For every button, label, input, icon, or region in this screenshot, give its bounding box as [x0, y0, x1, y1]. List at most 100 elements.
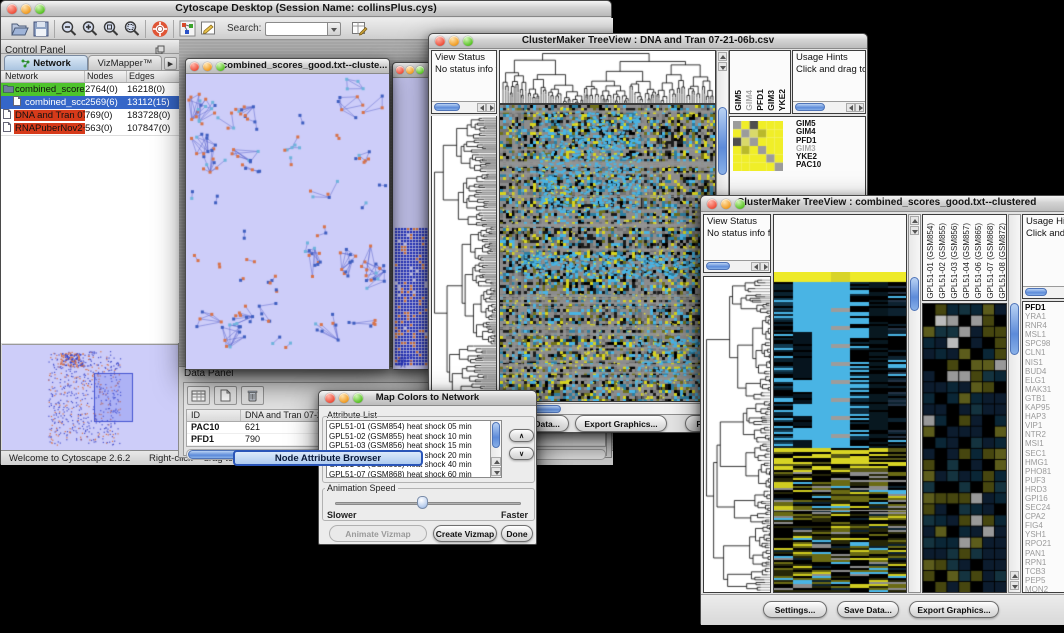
tab-overflow-button[interactable]: ▶ — [164, 57, 177, 70]
new-attribute-icon[interactable] — [214, 386, 237, 405]
gene-label[interactable]: MON2 — [1025, 585, 1064, 593]
done-button[interactable]: Done — [501, 525, 533, 542]
attribute-list-item[interactable]: GPL51-01 (GSM854) heat shock 05 min — [329, 422, 501, 432]
tv1-heatmap[interactable] — [499, 104, 716, 402]
gene-label[interactable]: NIS1 — [1025, 358, 1064, 367]
tv2-zoom-vscrollbar[interactable] — [1008, 214, 1021, 593]
network-overview-canvas[interactable] — [2, 345, 178, 450]
attribute-list-item[interactable]: GPL51-07 (GSM868) heat shock 60 min — [329, 470, 501, 478]
treeview2-titlebar[interactable]: ClusterMaker TreeView : combined_scores_… — [701, 196, 1064, 212]
tv2-status-scrollbar[interactable] — [704, 260, 770, 272]
tv2-zoom-heatmap[interactable] — [922, 303, 1007, 593]
gene-label[interactable]: YRA1 — [1025, 312, 1064, 321]
animate-vizmap-button[interactable]: Animate Vizmap — [329, 525, 427, 542]
gene-label[interactable]: TCB3 — [1025, 567, 1064, 576]
zoom-window-button[interactable] — [353, 393, 363, 403]
network-table-row[interactable]: combined_scores2764(0)16218(0) — [1, 83, 179, 96]
save-session-icon[interactable] — [30, 19, 51, 39]
attribute-browser-icon[interactable] — [349, 19, 370, 39]
gene-label[interactable]: PFD1 — [1025, 303, 1064, 312]
create-vizmap-button[interactable]: Create Vizmap — [433, 525, 497, 542]
minimize-button[interactable] — [203, 62, 212, 71]
network-table-row[interactable]: combined_sco2569(6)13112(15) — [1, 96, 179, 109]
gene-label[interactable]: PHO81 — [1025, 467, 1064, 476]
minimize-button[interactable] — [406, 66, 414, 74]
treeview1-titlebar[interactable]: ClusterMaker TreeView : DNA and Tran 07-… — [429, 34, 867, 49]
minimize-button[interactable] — [721, 199, 731, 209]
tab-vizmapper[interactable]: VizMapper™ — [88, 55, 162, 70]
zoom-out-icon[interactable] — [58, 19, 79, 39]
close-button[interactable] — [190, 62, 199, 71]
close-button[interactable] — [435, 36, 445, 46]
network-table-row[interactable]: RNAPuberNov2+563(0)107847(0) — [1, 122, 179, 135]
gene-label[interactable]: SEC1 — [1025, 449, 1064, 458]
close-button[interactable] — [325, 393, 335, 403]
slider-thumb[interactable] — [417, 496, 428, 509]
gene-label[interactable]: NTR2 — [1025, 430, 1064, 439]
attribute-list-item[interactable]: GPL51-02 (GSM855) heat shock 10 min — [329, 432, 501, 442]
data-col-id[interactable]: ID — [187, 410, 241, 421]
gene-label[interactable]: PAN1 — [1025, 549, 1064, 558]
gene-label[interactable]: GPI16 — [1025, 494, 1064, 503]
tv2-usage-scrollbar[interactable] — [1023, 286, 1064, 298]
attribute-list-scrollbar[interactable] — [490, 421, 501, 477]
gene-label[interactable]: ELG1 — [1025, 376, 1064, 385]
tv2-row-dendrogram[interactable] — [703, 276, 771, 593]
annotation-icon[interactable] — [198, 19, 219, 39]
minimize-button[interactable] — [339, 393, 349, 403]
export-graphics-button[interactable]: Export Graphics... — [909, 601, 999, 618]
tv1-zoom-matrix[interactable] — [733, 121, 783, 171]
gene-label[interactable]: VIP1 — [1025, 421, 1064, 430]
zoom-window-button[interactable] — [416, 66, 424, 74]
col-nodes[interactable]: Nodes — [85, 71, 127, 82]
gene-label[interactable]: RPO21 — [1025, 539, 1064, 548]
zoom-in-icon[interactable] — [79, 19, 100, 39]
gene-label[interactable]: PUF3 — [1025, 476, 1064, 485]
gene-label[interactable]: MAK31 — [1025, 385, 1064, 394]
gene-label[interactable]: BUD4 — [1025, 367, 1064, 376]
close-button[interactable] — [7, 4, 17, 14]
gene-label[interactable]: FIG4 — [1025, 521, 1064, 530]
gene-label[interactable]: KAP95 — [1025, 403, 1064, 412]
network-canvas[interactable] — [186, 74, 389, 369]
gene-label[interactable]: GTB1 — [1025, 394, 1064, 403]
export-graphics-button[interactable]: Export Graphics... — [575, 415, 667, 432]
gene-label[interactable]: CPA2 — [1025, 512, 1064, 521]
gene-label[interactable]: CLN1 — [1025, 348, 1064, 357]
zoom-window-button[interactable] — [735, 199, 745, 209]
network2-titlebar[interactable] — [393, 63, 431, 78]
gene-label[interactable]: SPC98 — [1025, 339, 1064, 348]
zoom-selected-icon[interactable] — [100, 19, 121, 39]
tab-network[interactable]: Network — [4, 55, 88, 70]
delete-attribute-icon[interactable] — [241, 386, 264, 405]
tv1-status-scrollbar[interactable] — [432, 101, 496, 113]
search-input[interactable] — [265, 22, 327, 36]
minimize-button[interactable] — [449, 36, 459, 46]
dialog-titlebar[interactable]: Map Colors to Network — [319, 391, 536, 406]
gene-label[interactable]: SEC24 — [1025, 503, 1064, 512]
close-button[interactable] — [707, 199, 717, 209]
main-titlebar[interactable]: Cytoscape Desktop (Session Name: collins… — [1, 1, 611, 17]
search-dropdown-button[interactable] — [327, 22, 341, 36]
network-table-row[interactable]: DNA and Tran 07769(0)183728(0) — [1, 109, 179, 122]
gene-label[interactable]: HRD3 — [1025, 485, 1064, 494]
close-button[interactable] — [396, 66, 404, 74]
zoom-window-button[interactable] — [216, 62, 225, 71]
gene-label[interactable]: HMG1 — [1025, 458, 1064, 467]
zoom-window-button[interactable] — [35, 4, 45, 14]
gene-label[interactable]: PEP5 — [1025, 576, 1064, 585]
tv1-usage-scrollbar[interactable] — [793, 101, 865, 113]
gene-label[interactable]: YSH1 — [1025, 530, 1064, 539]
tv2-global-view[interactable] — [773, 214, 907, 593]
help-lifesaver-icon[interactable] — [149, 19, 170, 39]
tv2-global-vscrollbar[interactable] — [908, 214, 921, 593]
table-mode-icon[interactable] — [187, 386, 210, 405]
network-overview-panel[interactable] — [2, 344, 178, 449]
settings-button[interactable]: Settings... — [763, 601, 827, 618]
node-attribute-browser-tab[interactable]: Node Attribute Browser — [233, 450, 423, 466]
minimize-button[interactable] — [21, 4, 31, 14]
vizmap-nodes-icon[interactable] — [177, 19, 198, 39]
gene-label[interactable]: MSL1 — [1025, 330, 1064, 339]
move-attribute-down-button[interactable]: ∨ — [509, 447, 534, 460]
gene-label[interactable]: HAP3 — [1025, 412, 1064, 421]
